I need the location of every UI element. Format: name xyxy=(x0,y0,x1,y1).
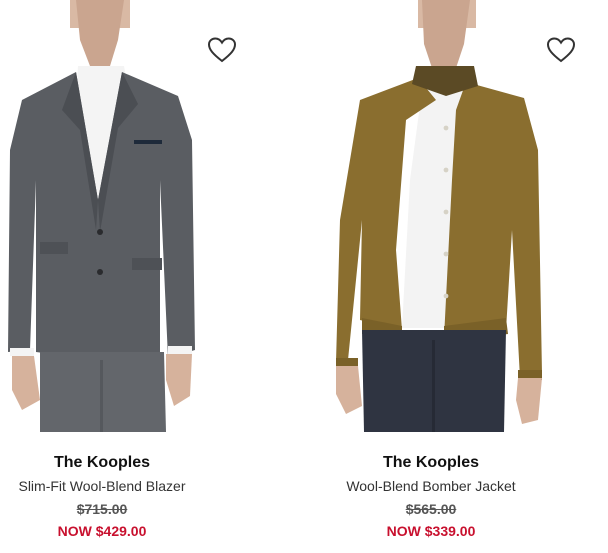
wishlist-heart-icon[interactable] xyxy=(207,36,237,64)
product-image[interactable] xyxy=(0,0,300,432)
product-image[interactable] xyxy=(306,0,606,432)
sale-price: NOW $429.00 xyxy=(57,523,147,539)
product-name[interactable]: Wool-Blend Bomber Jacket xyxy=(281,477,581,495)
brand-name[interactable]: The Kooples xyxy=(281,453,581,473)
original-price: $715.00 xyxy=(76,501,128,517)
product-card[interactable]: The Kooples Wool-Blend Bomber Jacket $56… xyxy=(306,0,606,553)
brand-name[interactable]: The Kooples xyxy=(0,453,252,473)
wishlist-heart-icon[interactable] xyxy=(546,36,576,64)
product-card[interactable]: The Kooples Slim-Fit Wool-Blend Blazer $… xyxy=(0,0,300,553)
sale-price: NOW $339.00 xyxy=(386,523,476,539)
blazer-model-image xyxy=(8,0,195,432)
product-name[interactable]: Slim-Fit Wool-Blend Blazer xyxy=(0,477,252,495)
original-price: $565.00 xyxy=(405,501,457,517)
bomber-model-image xyxy=(336,0,542,432)
product-grid: The Kooples Slim-Fit Wool-Blend Blazer $… xyxy=(0,0,608,553)
product-info: The Kooples Slim-Fit Wool-Blend Blazer $… xyxy=(0,448,252,540)
product-info: The Kooples Wool-Blend Bomber Jacket $56… xyxy=(281,448,581,540)
